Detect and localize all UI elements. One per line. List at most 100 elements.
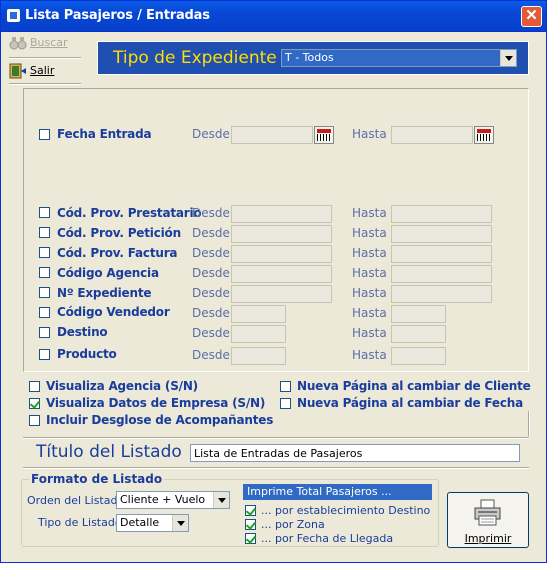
prov-prestatario-desde-input[interactable]: [231, 205, 332, 223]
window-title: Lista Pasajeros / Entradas: [25, 8, 210, 23]
nueva-pagina-fecha-label: Nueva Página al cambiar de Fecha: [297, 396, 524, 410]
toolbar-separator: [9, 57, 81, 59]
fecha-desde-label: Desde: [192, 127, 230, 141]
chevron-down-icon[interactable]: [500, 50, 516, 66]
chevron-down-icon[interactable]: [172, 515, 188, 531]
prov-prestatario-label: Cód. Prov. Prestatario: [57, 206, 202, 220]
total-fecha-llegada-checkbox[interactable]: [245, 533, 256, 544]
formato-listado-legend: Formato de Listado: [29, 472, 165, 486]
prov-factura-checkbox[interactable]: [39, 247, 50, 258]
codigo-agencia-hasta-input[interactable]: [391, 265, 492, 283]
desde-label: Desde: [192, 306, 230, 320]
hasta-label: Hasta: [352, 226, 387, 240]
app-icon: [7, 9, 20, 22]
hasta-label: Hasta: [352, 246, 387, 260]
codigo-agencia-desde-input[interactable]: [231, 265, 332, 283]
exit-door-icon: [9, 63, 26, 79]
prov-peticion-label: Cód. Prov. Petición: [57, 226, 181, 240]
calendar-icon[interactable]: [474, 126, 494, 144]
fecha-entrada-label: Fecha Entrada: [57, 127, 152, 141]
title-bar[interactable]: Lista Pasajeros / Entradas ✕: [1, 1, 546, 32]
tipo-listado-select[interactable]: Detalle: [116, 514, 189, 532]
expediente-checkbox[interactable]: [39, 287, 50, 298]
salir-label: Salir: [30, 64, 55, 77]
total-establecimiento-label: ... por establecimiento Destino: [261, 504, 431, 517]
tipo-listado-label: Tipo de Listado: [38, 516, 122, 529]
tipo-expediente-value: T - Todos: [285, 51, 334, 64]
total-establecimiento-checkbox[interactable]: [245, 505, 256, 516]
nueva-pagina-fecha-checkbox[interactable]: [280, 398, 291, 409]
prov-factura-hasta-input[interactable]: [391, 245, 492, 263]
desde-label: Desde: [192, 286, 230, 300]
imprime-total-header: Imprime Total Pasajeros ...: [243, 484, 432, 500]
chevron-down-icon[interactable]: [213, 492, 229, 508]
prov-factura-label: Cód. Prov. Factura: [57, 246, 178, 260]
desde-label: Desde: [192, 206, 230, 220]
fecha-hasta-input[interactable]: [391, 126, 473, 144]
producto-checkbox[interactable]: [39, 349, 50, 360]
toolbar-separator-2: [9, 83, 81, 85]
codigo-vendedor-desde-input[interactable]: [231, 305, 286, 323]
expediente-hasta-input[interactable]: [391, 285, 492, 303]
incluir-desglose-checkbox[interactable]: [29, 415, 40, 426]
prov-factura-desde-input[interactable]: [231, 245, 332, 263]
visualiza-empresa-checkbox[interactable]: [29, 398, 40, 409]
total-fecha-llegada-label: ... por Fecha de Llegada: [261, 532, 394, 545]
destino-hasta-input[interactable]: [391, 325, 446, 343]
fecha-entrada-checkbox[interactable]: [39, 129, 50, 140]
expediente-desde-input[interactable]: [231, 285, 332, 303]
orden-listado-value: Cliente + Vuelo: [120, 493, 206, 506]
imprimir-button[interactable]: Imprimir: [447, 492, 529, 548]
prov-prestatario-checkbox[interactable]: [39, 207, 50, 218]
destino-desde-input[interactable]: [231, 325, 286, 343]
close-button[interactable]: ✕: [521, 6, 542, 27]
destino-checkbox[interactable]: [39, 327, 50, 338]
options-divider: [528, 411, 530, 436]
codigo-agencia-checkbox[interactable]: [39, 267, 50, 278]
tipo-expediente-panel: Tipo de Expediente T - Todos: [97, 41, 529, 75]
codigo-vendedor-hasta-input[interactable]: [391, 305, 446, 323]
desde-label: Desde: [192, 326, 230, 340]
hasta-label: Hasta: [352, 266, 387, 280]
prov-peticion-checkbox[interactable]: [39, 227, 50, 238]
buscar-label: Buscar: [30, 36, 68, 49]
nueva-pagina-cliente-checkbox[interactable]: [280, 381, 291, 392]
buscar-button[interactable]: Buscar: [9, 36, 68, 50]
producto-hasta-input[interactable]: [391, 347, 446, 365]
hasta-label: Hasta: [352, 326, 387, 340]
options-separator: [23, 437, 529, 439]
producto-desde-input[interactable]: [231, 347, 286, 365]
orden-listado-label: Orden del Listado: [27, 494, 125, 507]
nueva-pagina-cliente-label: Nueva Página al cambiar de Cliente: [297, 379, 531, 393]
hasta-label: Hasta: [352, 306, 387, 320]
binoculars-icon: [9, 37, 27, 50]
total-zona-checkbox[interactable]: [245, 519, 256, 530]
codigo-vendedor-label: Código Vendedor: [57, 305, 170, 319]
incluir-desglose-label: Incluir Desglose de Acompañantes: [46, 413, 274, 427]
desde-label: Desde: [192, 246, 230, 260]
titulo-listado-label: Título del Listado: [36, 442, 182, 462]
prov-peticion-hasta-input[interactable]: [391, 225, 492, 243]
hasta-label: Hasta: [352, 286, 387, 300]
prov-prestatario-hasta-input[interactable]: [391, 205, 492, 223]
visualiza-empresa-label: Visualiza Datos de Empresa (S/N): [46, 396, 266, 410]
imprimir-label: Imprimir: [464, 532, 512, 545]
codigo-vendedor-checkbox[interactable]: [39, 307, 50, 318]
total-zona-label: ... por Zona: [261, 518, 325, 531]
desde-label: Desde: [192, 348, 230, 362]
visualiza-agencia-checkbox[interactable]: [29, 381, 40, 392]
tipo-expediente-select[interactable]: T - Todos: [281, 49, 517, 67]
orden-listado-select[interactable]: Cliente + Vuelo: [116, 491, 230, 509]
fecha-hasta-label: Hasta: [352, 127, 387, 141]
desde-label: Desde: [192, 226, 230, 240]
prov-peticion-desde-input[interactable]: [231, 225, 332, 243]
codigo-agencia-label: Código Agencia: [57, 266, 159, 280]
calendar-icon[interactable]: [314, 126, 334, 144]
main-window: Lista Pasajeros / Entradas ✕ Buscar Sali…: [0, 0, 547, 563]
titulo-listado-input[interactable]: Lista de Entradas de Pasajeros: [190, 444, 520, 462]
tipo-expediente-label: Tipo de Expediente: [113, 48, 277, 68]
tipo-listado-value: Detalle: [120, 516, 160, 529]
salir-button[interactable]: Salir: [9, 63, 54, 79]
fecha-desde-input[interactable]: [231, 126, 313, 144]
hasta-label: Hasta: [352, 348, 387, 362]
